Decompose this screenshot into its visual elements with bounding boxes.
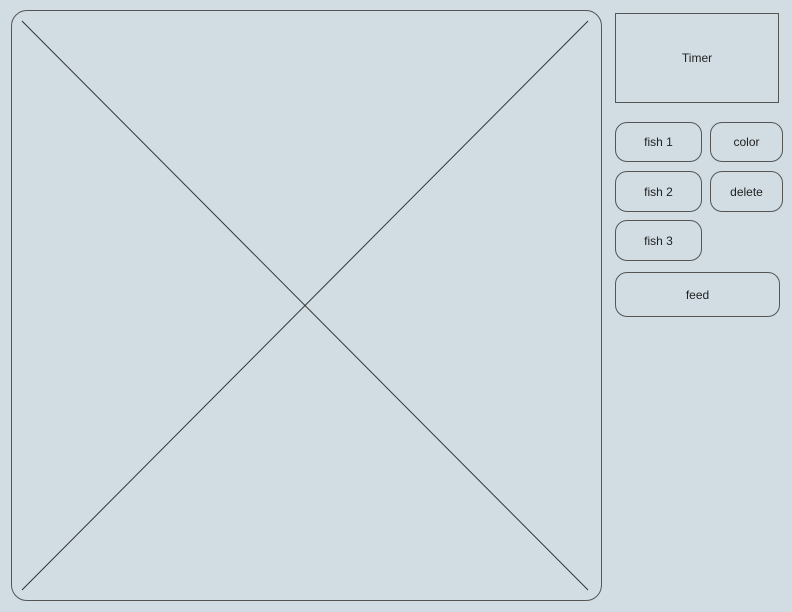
aquarium-canvas[interactable] [11,10,602,601]
color-label: color [733,135,760,149]
timer-display: Timer [615,13,779,103]
timer-label: Timer [681,51,713,65]
fish-3-label: fish 3 [644,233,673,248]
fish-3-button[interactable]: fish 3 [615,220,702,261]
feed-button[interactable]: feed [615,272,780,317]
image-placeholder-x-icon [21,20,589,591]
delete-button[interactable]: delete [710,171,783,212]
fish-1-button[interactable]: fish 1 [615,122,702,162]
fish-2-button[interactable]: fish 2 [615,171,702,212]
color-button[interactable]: color [710,122,783,162]
fish-2-label: fish 2 [644,184,673,199]
delete-label: delete [730,184,763,199]
fish-1-label: fish 1 [644,135,673,149]
feed-label: feed [685,287,710,302]
